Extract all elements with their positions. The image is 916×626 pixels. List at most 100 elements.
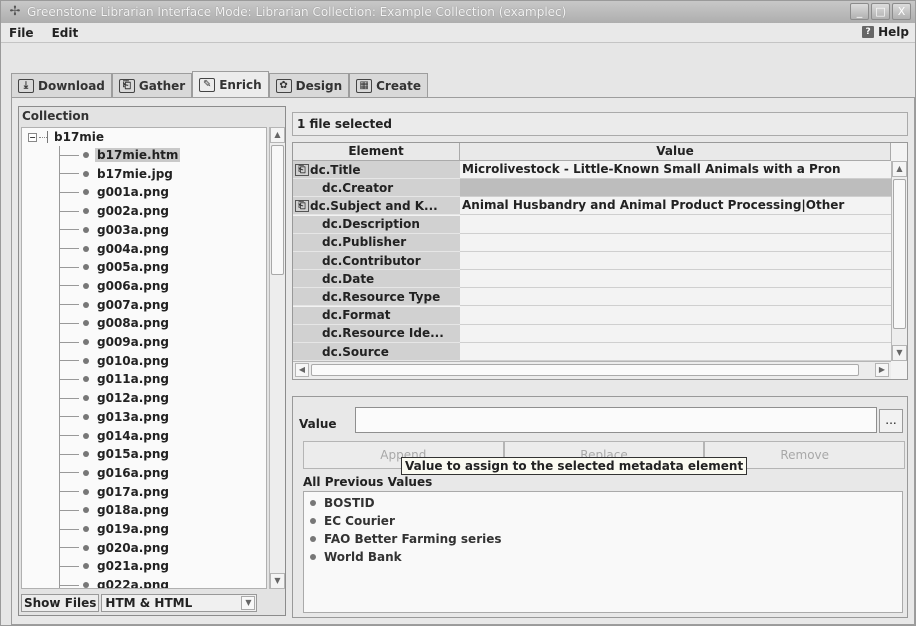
metadata-value-cell[interactable] [460, 270, 891, 289]
metadata-value-cell[interactable] [460, 325, 891, 343]
scroll-down-arrow-icon[interactable]: ▼ [892, 345, 907, 361]
browse-values-button[interactable]: ... [879, 409, 903, 433]
scroll-up-arrow-icon[interactable]: ▲ [892, 161, 907, 177]
tree-file-item[interactable]: g004a.png [22, 240, 169, 258]
scroll-right-arrow-icon[interactable]: ▶ [875, 363, 889, 377]
metadata-element-cell[interactable]: ⎗ dc.Title [293, 161, 460, 179]
tree-connector [59, 191, 79, 193]
tree-file-item[interactable]: g015a.png [22, 445, 169, 463]
tree-file-item[interactable]: g008a.png [22, 314, 169, 332]
metadata-value-cell[interactable] [460, 179, 891, 198]
tree-file-item[interactable]: b17mie.jpg [22, 165, 173, 183]
metadata-element-cell[interactable]: ⎗ dc.Subject and K... [293, 197, 460, 216]
metadata-element-cell[interactable]: dc.Resource Ide... [293, 324, 460, 343]
metadata-row[interactable]: ⎗ dc.Title Microlivestock - Little-Known S… [293, 161, 891, 179]
tree-file-item[interactable]: g001a.png [22, 183, 169, 201]
metadata-horizontal-scrollbar[interactable]: ◀ ▶ [293, 361, 891, 379]
metadata-value-cell[interactable] [460, 234, 891, 252]
tab-download[interactable]: ⤓ Download [11, 73, 112, 97]
value-input[interactable] [355, 407, 877, 433]
metadata-element-cell[interactable]: dc.Resource Type [293, 288, 460, 307]
metadata-value-cell[interactable] [460, 288, 891, 307]
metadata-element-cell[interactable]: dc.Source [293, 343, 460, 361]
metadata-element-cell[interactable]: dc.Contributor [293, 252, 460, 270]
tree-file-item[interactable]: g011a.png [22, 370, 169, 388]
previous-value-item[interactable]: FAO Better Farming series [310, 532, 502, 546]
tree-file-item[interactable]: g005a.png [22, 258, 169, 276]
tab-label: Download [38, 78, 105, 93]
metadata-element-cell[interactable]: dc.Date [293, 270, 460, 289]
menu-edit[interactable]: Edit [44, 26, 89, 40]
tree-file-label: g006a.png [97, 278, 170, 293]
tree-file-item[interactable]: g014a.png [22, 427, 169, 445]
file-filter-select[interactable]: HTM & HTML ▼ [101, 594, 258, 612]
tree-file-item[interactable]: g013a.png [22, 408, 169, 426]
tree-file-item[interactable]: g016a.png [22, 464, 169, 482]
download-icon: ⤓ [18, 78, 34, 93]
tree-root-folder[interactable]: − b17mie [22, 128, 104, 146]
tree-file-item[interactable]: g009a.png [22, 333, 169, 351]
metadata-value-cell[interactable] [460, 343, 891, 361]
metadata-value-cell[interactable] [460, 216, 891, 234]
tab-design[interactable]: ✿ Design [268, 73, 350, 97]
metadata-value-cell[interactable]: Animal Husbandry and Animal Product Proc… [460, 197, 891, 216]
menu-file[interactable]: File [1, 26, 44, 40]
tree-file-item[interactable]: g012a.png [22, 389, 169, 407]
metadata-row[interactable]: ⎗ dc.Subject and K... Animal Husbandry and… [293, 197, 891, 216]
metadata-row[interactable]: dc.Description [293, 215, 891, 234]
metadata-element-cell[interactable]: dc.Publisher [293, 233, 460, 252]
metadata-row[interactable]: dc.Resource Ide... [293, 324, 891, 343]
metadata-vertical-scrollbar[interactable]: ▲ ▼ [891, 161, 907, 361]
tree-connector [59, 229, 79, 231]
metadata-row[interactable]: dc.Source [293, 343, 891, 361]
tree-vertical-scrollbar[interactable]: ▲ ▼ [269, 127, 285, 589]
metadata-row[interactable]: dc.Date [293, 270, 891, 289]
tree-file-item[interactable]: g019a.png [22, 520, 169, 538]
tree-file-item[interactable]: g003a.png [22, 221, 169, 239]
scroll-thumb[interactable] [893, 179, 906, 329]
close-button[interactable]: X [892, 3, 911, 20]
tree-file-item[interactable]: g002a.png [22, 202, 169, 220]
tree-file-item[interactable]: g022a.png [22, 576, 169, 588]
metadata-element-cell[interactable]: dc.Format [293, 306, 460, 325]
metadata-row[interactable]: dc.Publisher [293, 233, 891, 252]
metadata-element-cell[interactable]: dc.Description [293, 215, 460, 234]
tab-create[interactable]: ▦ Create [349, 73, 428, 97]
tree-file-item[interactable]: b17mie.htm [22, 146, 181, 164]
maximize-button[interactable]: □ [871, 3, 890, 20]
metadata-row[interactable]: dc.Creator [293, 179, 891, 198]
metadata-value-cell[interactable] [460, 307, 891, 325]
tree-file-item[interactable]: g018a.png [22, 501, 169, 519]
tab-enrich[interactable]: ✎ Enrich [192, 71, 269, 97]
title-bar[interactable]: ✢ Greenstone Librarian Interface Mode: L… [1, 1, 915, 23]
metadata-row[interactable]: dc.Contributor [293, 252, 891, 270]
scroll-down-arrow-icon[interactable]: ▼ [270, 573, 285, 589]
tree-file-item[interactable]: g006a.png [22, 277, 169, 295]
minimize-button[interactable]: _ [850, 3, 869, 20]
scroll-thumb[interactable] [271, 145, 284, 275]
tree-connector [59, 378, 79, 380]
tree-file-item[interactable]: g010a.png [22, 352, 169, 370]
metadata-value-cell[interactable] [460, 252, 891, 270]
scroll-thumb[interactable] [311, 364, 859, 376]
scroll-left-arrow-icon[interactable]: ◀ [295, 363, 309, 377]
tree-file-item[interactable]: g021a.png [22, 557, 169, 575]
column-header-value[interactable]: Value [460, 143, 891, 160]
metadata-row[interactable]: dc.Resource Type [293, 288, 891, 307]
tree-file-item[interactable]: g017a.png [22, 483, 169, 501]
metadata-value-cell[interactable]: Microlivestock - Little-Known Small Anim… [460, 161, 891, 179]
tree-file-item[interactable]: g020a.png [22, 539, 169, 557]
column-header-element[interactable]: Element [293, 143, 460, 160]
metadata-element-cell[interactable]: dc.Creator [293, 179, 460, 198]
previous-value-item[interactable]: EC Courier [310, 514, 395, 528]
scroll-up-arrow-icon[interactable]: ▲ [270, 127, 285, 143]
previous-value-item[interactable]: World Bank [310, 550, 402, 564]
previous-value-label: BOSTID [324, 496, 375, 510]
previous-value-item[interactable]: BOSTID [310, 496, 375, 510]
collapse-icon[interactable]: − [28, 132, 37, 142]
menu-help[interactable]: ? Help [862, 25, 909, 39]
metadata-row[interactable]: dc.Format [293, 306, 891, 325]
tab-gather[interactable]: ⎗ Gather [111, 73, 193, 97]
tree-file-item[interactable]: g007a.png [22, 296, 169, 314]
chevron-down-icon[interactable]: ▼ [241, 596, 256, 610]
